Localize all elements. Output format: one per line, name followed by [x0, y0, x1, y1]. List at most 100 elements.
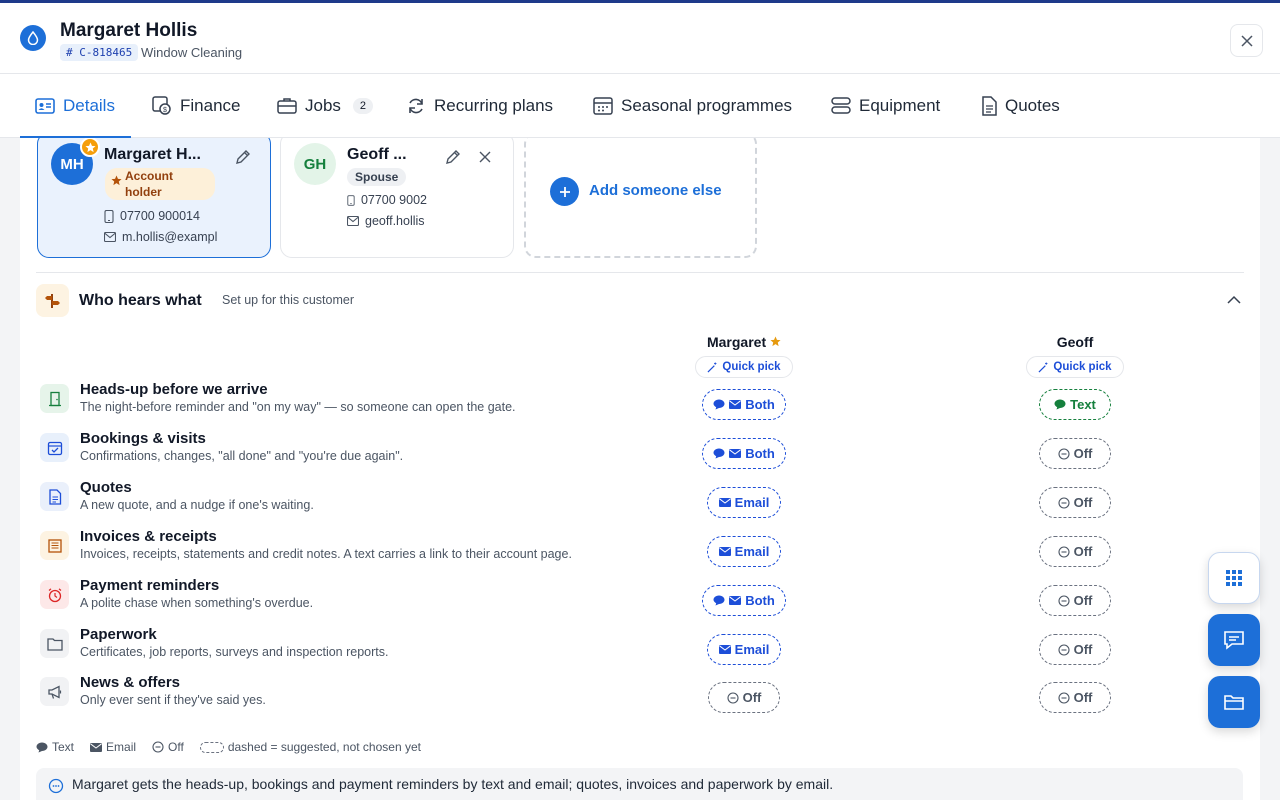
channel-pill-geoff[interactable]: Off: [1039, 487, 1111, 518]
chat-bubble-icon: [713, 595, 725, 606]
document-icon: [40, 482, 69, 511]
channel-label: Both: [745, 593, 775, 608]
minus-circle-icon: [1058, 447, 1070, 460]
channel-label: Email: [734, 544, 770, 559]
quick-pick-margaret[interactable]: Quick pick: [695, 356, 793, 378]
chat-bubble-icon: [36, 742, 48, 752]
channel-label: Off: [1073, 544, 1093, 559]
minus-circle-icon: [152, 741, 164, 753]
tab-label: Finance: [180, 96, 241, 115]
channel-pill-margaret[interactable]: Both: [702, 389, 786, 420]
channel-pill-margaret[interactable]: Off: [708, 682, 780, 713]
tab-equipment[interactable]: Equipment: [831, 74, 940, 138]
tab-jobs[interactable]: Jobs 2: [277, 74, 374, 138]
legend: Text Email Off dashed = suggested, not c…: [36, 740, 421, 754]
grid-icon: [1226, 570, 1242, 586]
person-card-margaret[interactable]: MH Margaret H... Account holder 07700 90…: [37, 138, 271, 258]
tab-label: Recurring plans: [434, 96, 554, 115]
channel-pill-geoff[interactable]: Text: [1039, 389, 1111, 420]
channel-label: Off: [1073, 446, 1093, 461]
row-title: Quotes: [80, 479, 132, 496]
envelope-icon: [718, 547, 731, 556]
channel-label: Both: [745, 446, 775, 461]
channel-pill-geoff[interactable]: Off: [1039, 585, 1111, 616]
magic-wand-icon: [707, 361, 717, 373]
channel-pill-margaret[interactable]: Email: [707, 487, 781, 518]
channel-label: Both: [745, 397, 775, 412]
minus-circle-icon: [1058, 496, 1070, 509]
folder-icon: [1224, 695, 1244, 710]
tab-recurring-plans[interactable]: Recurring plans: [406, 74, 553, 138]
jobs-count-badge: 2: [352, 98, 374, 114]
svg-text:$: $: [163, 107, 167, 114]
close-icon: [479, 151, 491, 163]
email-text: m.hollis@exampl: [122, 230, 218, 244]
channel-label: Text: [1070, 397, 1096, 412]
tab-quotes[interactable]: Quotes: [981, 74, 1060, 138]
close-icon: [1240, 34, 1253, 47]
chat-bubble-icon: [713, 399, 725, 410]
minus-circle-icon: [727, 691, 739, 704]
channel-pill-geoff[interactable]: Off: [1039, 438, 1111, 469]
phone-text: 07700 9002: [360, 193, 427, 207]
minus-circle-icon: [1058, 594, 1070, 607]
star-icon: [770, 336, 781, 347]
collapse-button[interactable]: [1226, 292, 1242, 313]
messages-button[interactable]: [1208, 614, 1260, 666]
envelope-icon: [347, 216, 359, 226]
customer-name: Margaret Hollis: [60, 20, 198, 41]
row-description: Invoices, receipts, statements and credi…: [80, 547, 572, 561]
channel-pill-geoff[interactable]: Off: [1039, 634, 1111, 665]
apps-grid-button[interactable]: [1208, 552, 1260, 604]
row-title: Paperwork: [80, 626, 157, 643]
channel-label: Email: [734, 495, 770, 510]
alarm-clock-icon: [40, 580, 69, 609]
legend-off: Off: [152, 740, 184, 754]
channel-label: Email: [734, 642, 770, 657]
channel-pill-margaret[interactable]: Email: [707, 634, 781, 665]
minus-circle-icon: [1058, 691, 1070, 704]
channel-pill-geoff[interactable]: Off: [1039, 682, 1111, 713]
envelope-icon: [718, 645, 731, 654]
person-card-geoff[interactable]: GH Geoff ... Spouse 07700 9002 geoff.hol…: [280, 138, 514, 258]
column-header-geoff: Geoff: [1056, 334, 1094, 350]
tab-bar: Details $ Finance Jobs 2 Recurring plans…: [0, 74, 1280, 139]
person-phone: 07700 900014: [104, 209, 254, 223]
chat-bubble-icon: [713, 448, 725, 459]
envelope-icon: [104, 232, 116, 242]
role-label: Account holder: [125, 169, 173, 199]
water-drop-icon: [20, 25, 46, 51]
remove-person-button[interactable]: [475, 147, 495, 167]
details-panel: MH Margaret H... Account holder 07700 90…: [20, 138, 1260, 800]
chat-bubble-icon: [1054, 399, 1066, 410]
person-phone: 07700 9002: [347, 193, 427, 207]
envelope-icon: [729, 596, 742, 605]
channel-pill-margaret[interactable]: Both: [702, 438, 786, 469]
quick-pick-label: Quick pick: [1053, 361, 1112, 373]
tab-finance[interactable]: $ Finance: [152, 74, 240, 138]
pencil-icon: [445, 149, 460, 164]
row-title: Heads-up before we arrive: [80, 381, 268, 398]
channel-pill-geoff[interactable]: Off: [1039, 536, 1111, 567]
email-text: geoff.hollis: [365, 214, 425, 228]
edit-person-button[interactable]: [442, 147, 462, 167]
tab-details[interactable]: Details: [20, 74, 131, 139]
channel-pill-margaret[interactable]: Both: [702, 585, 786, 616]
receipt-icon: [40, 531, 69, 560]
close-button[interactable]: [1230, 24, 1263, 57]
envelope-icon: [718, 498, 731, 507]
person-email: m.hollis@exampl: [104, 230, 254, 244]
channel-label: Off: [742, 690, 762, 705]
files-button[interactable]: [1208, 676, 1260, 728]
quick-pick-geoff[interactable]: Quick pick: [1026, 356, 1124, 378]
row-description: The night-before reminder and "on my way…: [80, 400, 516, 414]
add-person-button[interactable]: Add someone else: [524, 138, 757, 258]
customer-header: Margaret Hollis # C-818465 Window Cleani…: [0, 0, 1280, 74]
channel-pill-margaret[interactable]: Email: [707, 536, 781, 567]
star-icon: [80, 138, 100, 157]
add-person-label: Add someone else: [589, 182, 722, 199]
plus-icon: [550, 177, 579, 206]
edit-person-button[interactable]: [232, 147, 252, 167]
summary-note: Margaret gets the heads-up, bookings and…: [36, 768, 1243, 800]
tab-seasonal-programmes[interactable]: Seasonal programmes: [593, 74, 792, 138]
